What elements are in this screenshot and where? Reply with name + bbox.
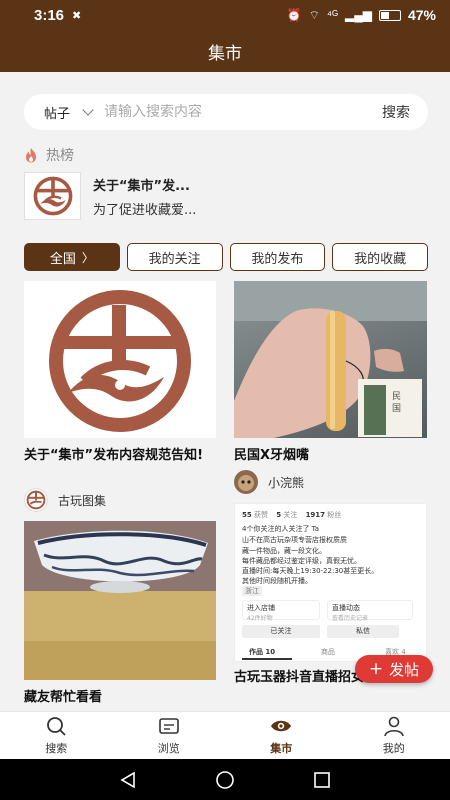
- screenshot-line4: 每件藏品都经过鉴定评级，真假无忧。: [242, 557, 361, 565]
- flame-icon: [26, 148, 36, 163]
- new-post-button[interactable]: + 发帖: [355, 655, 433, 683]
- hot-item-title: 关于“集市”发...: [93, 178, 190, 194]
- screenshot-line6: 其他时间段随机开播。: [242, 577, 312, 585]
- post-title[interactable]: 民国X牙烟嘴: [234, 446, 427, 465]
- status-icons: ⏰ ⌔ ⁴ᴳ ▂▄▆ 47%: [287, 7, 436, 23]
- search-input[interactable]: [104, 104, 382, 120]
- filter-tabs: 全国〉 我的关注 我的发布 我的收藏: [24, 243, 428, 271]
- screenshot-live-label: 直播动态: [332, 604, 360, 612]
- hot-item-thumbnail: [24, 172, 81, 220]
- search-button[interactable]: 搜索: [382, 102, 410, 122]
- svg-text:国: 国: [392, 403, 401, 414]
- nav-item-market[interactable]: 集市: [225, 712, 338, 759]
- svg-text:民: 民: [392, 391, 401, 402]
- post-title[interactable]: 藏友帮忙看看: [24, 688, 216, 707]
- screenshot-fans-label: 关注: [283, 511, 298, 519]
- browse-icon: [158, 718, 179, 734]
- screenshot-tab-works: 作品 10: [249, 648, 276, 656]
- screenshot-follow-count: 55: [242, 511, 252, 519]
- search-type-select[interactable]: 帖子: [44, 103, 70, 122]
- tab-my-posts-label: 我的发布: [251, 251, 304, 267]
- hot-list-label: 热榜: [46, 148, 74, 164]
- system-nav-bar: [0, 759, 450, 800]
- post-title[interactable]: 关于“集市”发布内容规范告知!: [24, 446, 216, 465]
- nav-item-label: 搜索: [45, 742, 68, 755]
- post-author[interactable]: 古玩图集: [24, 488, 106, 512]
- hot-list-header: 热榜: [24, 145, 74, 165]
- screenshot-shop-sub: 42件好物: [247, 615, 273, 622]
- screenshot-followed-button: 已关注: [242, 625, 320, 638]
- screenshot-likes-label: 粉丝: [327, 511, 342, 519]
- screenshot-message-button: 私信: [327, 625, 399, 638]
- screenshot-line3: 藏一件物品，藏一段文化。: [242, 547, 326, 555]
- market-icon: [271, 720, 292, 732]
- home-icon[interactable]: [215, 770, 235, 790]
- post-image-porcelain-bowl[interactable]: [24, 521, 216, 680]
- tab-my-favorites[interactable]: 我的收藏: [332, 243, 428, 271]
- screenshot-shop-label: 进入店铺: [247, 604, 275, 612]
- nav-item-browse[interactable]: 浏览: [113, 712, 226, 759]
- post-author-name: 古玩图集: [58, 493, 107, 508]
- tab-my-follows-label: 我的关注: [148, 251, 201, 267]
- status-bar: 3:16 ✖ ⏰ ⌔ ⁴ᴳ ▂▄▆ 47%: [0, 0, 450, 30]
- screenshot-live-sub: 查看历史记录: [332, 615, 369, 622]
- nav-item-search[interactable]: 搜索: [0, 712, 113, 759]
- signal-icon: ⁴ᴳ: [326, 8, 338, 22]
- nav-item-label: 集市: [270, 742, 293, 755]
- chevron-down-icon[interactable]: [82, 104, 94, 116]
- post-author-name: 小浣熊: [268, 475, 305, 490]
- avatar: [24, 488, 48, 512]
- post-image-logo[interactable]: [24, 281, 216, 438]
- nav-item-label: 我的: [382, 742, 405, 755]
- notification-icon: ✖: [72, 9, 82, 22]
- photo-porcelain-bowl: [24, 521, 216, 680]
- alarm-icon: ⏰: [286, 8, 302, 22]
- page-title: 集市: [208, 43, 242, 64]
- market-logo-icon: [49, 290, 191, 432]
- avatar: [234, 470, 258, 494]
- screenshot-location: 浙江: [242, 586, 262, 596]
- market-logo-icon: [33, 176, 72, 216]
- hot-list-item[interactable]: 关于“集市”发... 为了促进收藏爱...: [24, 172, 424, 220]
- signal-bars-icon: ▂▄▆: [345, 8, 372, 22]
- profile-icon: [383, 716, 404, 737]
- tab-my-posts[interactable]: 我的发布: [229, 243, 326, 271]
- hot-item-desc: 为了促进收藏爱...: [93, 202, 197, 218]
- screenshot-tab-goods: 商品: [321, 648, 335, 656]
- bottom-nav: 搜索 浏览 集市 我的: [0, 711, 450, 759]
- post-image-cigarette-holder[interactable]: 民 国: [234, 281, 427, 438]
- page-title-bar: 集市: [0, 30, 450, 72]
- screenshot-line5: 直播时间:每天晚上19:30-22:30甚至更长。: [242, 567, 379, 575]
- status-time: 3:16: [34, 6, 65, 24]
- battery-icon: [378, 9, 401, 21]
- back-icon[interactable]: [119, 771, 137, 789]
- chevron-right-icon: 〉: [81, 250, 94, 265]
- screenshot-likes-count: 1917: [305, 511, 326, 519]
- tab-my-follows[interactable]: 我的关注: [126, 243, 223, 271]
- nav-item-mine[interactable]: 我的: [338, 712, 450, 759]
- new-post-label: 发帖: [389, 660, 420, 679]
- recent-apps-icon[interactable]: [313, 771, 331, 789]
- screenshot-follow-label: 获赞: [253, 511, 268, 519]
- tab-my-favorites-label: 我的收藏: [354, 251, 407, 267]
- screenshot-line2: 山不在高古玩杂项专营店报权质质: [242, 536, 347, 544]
- photo-cigarette-holder: 民 国: [234, 281, 427, 438]
- battery-percent: 47%: [407, 7, 436, 23]
- tab-nationwide[interactable]: 全国〉: [24, 243, 120, 271]
- search-bar: 帖子 搜索: [24, 94, 428, 130]
- tab-nationwide-label: 全国: [49, 251, 76, 267]
- screenshot-line1: 4个你关注的人关注了 Ta: [242, 525, 320, 533]
- wifi-icon: ⌔: [308, 7, 320, 22]
- post-image-profile-screenshot[interactable]: 55 获赞 5 关注 1917 粉丝 4个你关注的人关注了 Ta 山不在高古玩杂…: [234, 503, 427, 662]
- plus-icon: +: [368, 659, 384, 679]
- post-author[interactable]: 小浣熊: [234, 470, 304, 494]
- search-icon: [47, 717, 66, 736]
- nav-item-label: 浏览: [157, 742, 180, 755]
- screenshot-fans-count: 5: [276, 511, 282, 519]
